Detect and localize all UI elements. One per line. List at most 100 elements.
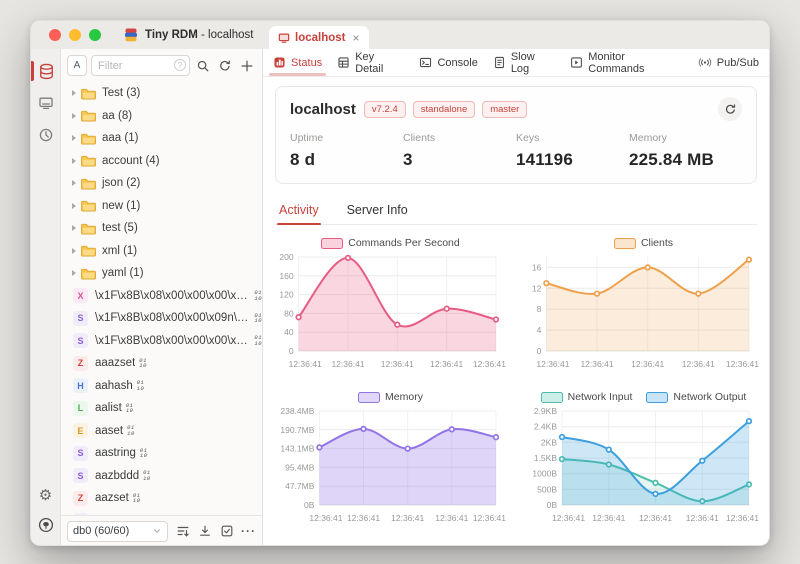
- rail-item-browser[interactable]: [31, 57, 61, 85]
- tree-key-row[interactable]: S aazbddd 01 10: [61, 465, 262, 488]
- expand-caret-icon[interactable]: [72, 270, 76, 277]
- folder-icon: [81, 132, 96, 145]
- match-case-button[interactable]: A: [67, 55, 87, 76]
- svg-text:0B: 0B: [547, 500, 558, 510]
- tree-folder-row[interactable]: json (2): [61, 172, 262, 195]
- expand-caret-icon[interactable]: [72, 135, 76, 142]
- checkbox-mode-button[interactable]: [219, 521, 234, 542]
- rail-item-history[interactable]: [31, 121, 61, 149]
- reload-keys-button[interactable]: [216, 55, 234, 76]
- filter-row: A ?: [61, 49, 262, 80]
- tree-key-row[interactable]: E aaset 01 10: [61, 420, 262, 443]
- stat-item: Uptime 8 d: [290, 132, 403, 170]
- toolbar-tab-status[interactable]: Status: [268, 49, 327, 76]
- server-stats: Uptime 8 d Clients 3 Keys 141196 Memory …: [290, 132, 742, 170]
- tree-folder-row[interactable]: xml (1): [61, 240, 262, 263]
- minimize-window-button[interactable]: [69, 29, 81, 41]
- tree-key-row[interactable]: S \x1F\x8B\x08\x00\x00\x09n\x8... 01 10: [61, 307, 262, 330]
- tree-key-row[interactable]: L aalist 01 10: [61, 397, 262, 420]
- refresh-status-button[interactable]: [718, 97, 742, 121]
- tree-folder-row[interactable]: yaml (1): [61, 262, 262, 285]
- stat-item: Keys 141196: [516, 132, 629, 170]
- more-button[interactable]: ···: [241, 521, 256, 542]
- chart-clients: Clients 0 4 8 12 16 12:36:41 12:36:41 12:36:41 1…: [528, 235, 759, 377]
- search-button[interactable]: [194, 55, 212, 76]
- rail-top: [31, 57, 60, 153]
- app-logo-icon: [123, 27, 139, 43]
- tree-folder-row[interactable]: test (5): [61, 217, 262, 240]
- tree-key-row[interactable]: Z aaazset 01 10: [61, 352, 262, 375]
- connection-tab-icon: [278, 32, 290, 44]
- tree-folder-row[interactable]: account (4): [61, 150, 262, 173]
- import-button[interactable]: [197, 521, 212, 542]
- key-tree: Test (3) aa (8) aaa (1) account (4) json…: [61, 80, 262, 515]
- tree-key-row[interactable]: X \x1F\x8B\x08\x00\x00\x00\x0... 01 10: [61, 285, 262, 308]
- legend-item[interactable]: Network Output: [646, 391, 746, 403]
- expand-caret-icon[interactable]: [72, 180, 76, 187]
- toolbar-tab-pub-sub[interactable]: Pub/Sub: [698, 49, 759, 76]
- rail-item-settings[interactable]: ⚙: [31, 484, 61, 506]
- sidebar: A ? Test (3) aa (8) aaa (1) account (4): [61, 49, 263, 545]
- legend-item[interactable]: Clients: [613, 237, 674, 249]
- key-name: \x1F\x8B\x08\x00\x00\x00\x00\x0...: [95, 334, 251, 347]
- expand-caret-icon[interactable]: [72, 112, 76, 119]
- expand-caret-icon[interactable]: [72, 225, 76, 232]
- add-key-button[interactable]: [238, 55, 256, 76]
- svg-text:12:36:41: 12:36:41: [592, 513, 625, 523]
- svg-text:238.4MB: 238.4MB: [280, 406, 314, 416]
- app-name: Tiny RDM: [145, 29, 198, 41]
- key-name: aalist: [95, 402, 122, 415]
- chart-legend: Clients: [528, 235, 759, 251]
- connection-tab[interactable]: localhost ×: [269, 26, 369, 49]
- legend-label: Clients: [640, 237, 674, 249]
- import-icon: [198, 524, 212, 538]
- svg-text:190.7MB: 190.7MB: [280, 425, 314, 435]
- activity-tabs: Activity Server Info: [275, 197, 757, 225]
- toolbar-tab-slow-log[interactable]: Slow Log: [493, 49, 555, 76]
- folder-icon: [81, 177, 96, 190]
- expand-caret-icon[interactable]: [72, 90, 76, 97]
- close-window-button[interactable]: [49, 29, 61, 41]
- db-selector[interactable]: db0 (60/60): [67, 520, 169, 542]
- activity-tab-activity[interactable]: Activity: [277, 197, 321, 225]
- doc-icon: [493, 56, 506, 69]
- tree-key-row[interactable]: S aastring 01 10: [61, 442, 262, 465]
- grid-icon: [337, 56, 350, 69]
- legend-swatch: [540, 391, 563, 403]
- svg-text:12:36:41: 12:36:41: [686, 513, 719, 523]
- status-page: localhost v7.2.4 standalone master Uptime …: [263, 77, 769, 545]
- activity-tab-server-info[interactable]: Server Info: [345, 197, 410, 224]
- tree-folder-row[interactable]: aaa (1): [61, 127, 262, 150]
- svg-text:95.4MB: 95.4MB: [285, 462, 315, 472]
- toolbar-tab-monitor-commands[interactable]: Monitor Commands: [570, 49, 683, 76]
- legend-item[interactable]: Commands Per Second: [321, 237, 460, 249]
- tree-folder-row[interactable]: new (1): [61, 195, 262, 218]
- svg-text:12:36:41: 12:36:41: [580, 359, 613, 369]
- expand-caret-icon[interactable]: [72, 157, 76, 164]
- svg-text:12:36:41: 12:36:41: [289, 359, 322, 369]
- svg-text:12:36:41: 12:36:41: [726, 359, 759, 369]
- tree-folder-row[interactable]: Test (3): [61, 82, 262, 105]
- legend-item[interactable]: Network Input: [540, 391, 632, 403]
- stat-item: Memory 225.84 MB: [629, 132, 742, 170]
- tree-key-row[interactable]: S \x1F\x8B\x08\x00\x00\x00\x00\x0... 011…: [61, 330, 262, 353]
- flatten-list-button[interactable]: [175, 521, 190, 542]
- expand-caret-icon[interactable]: [72, 247, 76, 254]
- chart-plot: 0B 47.7MB 95.4MB 143.1MB 190.7MB 238.4MB 12:36…: [275, 405, 506, 531]
- filter-hint-icon[interactable]: ?: [174, 59, 186, 71]
- tree-folder-row[interactable]: aa (8): [61, 105, 262, 128]
- toolbar-tab-console[interactable]: Console: [419, 49, 478, 76]
- zoom-window-button[interactable]: [89, 29, 101, 41]
- rail-item-server[interactable]: [31, 89, 61, 117]
- tree-key-row[interactable]: Z aazset 01 10: [61, 487, 262, 510]
- server-badges: v7.2.4 standalone master: [363, 100, 528, 118]
- expand-caret-icon[interactable]: [72, 202, 76, 209]
- close-tab-icon[interactable]: ×: [352, 32, 359, 44]
- svg-text:2.4KB: 2.4KB: [534, 422, 557, 432]
- tree-key-row[interactable]: H aahash 01 10: [61, 375, 262, 398]
- legend-item[interactable]: Memory: [358, 391, 423, 403]
- rail-item-github[interactable]: [31, 514, 61, 536]
- svg-text:12:36:41: 12:36:41: [391, 513, 424, 523]
- svg-text:2.9KB: 2.9KB: [534, 406, 557, 416]
- toolbar-tab-key-detail[interactable]: Key Detail: [337, 49, 404, 76]
